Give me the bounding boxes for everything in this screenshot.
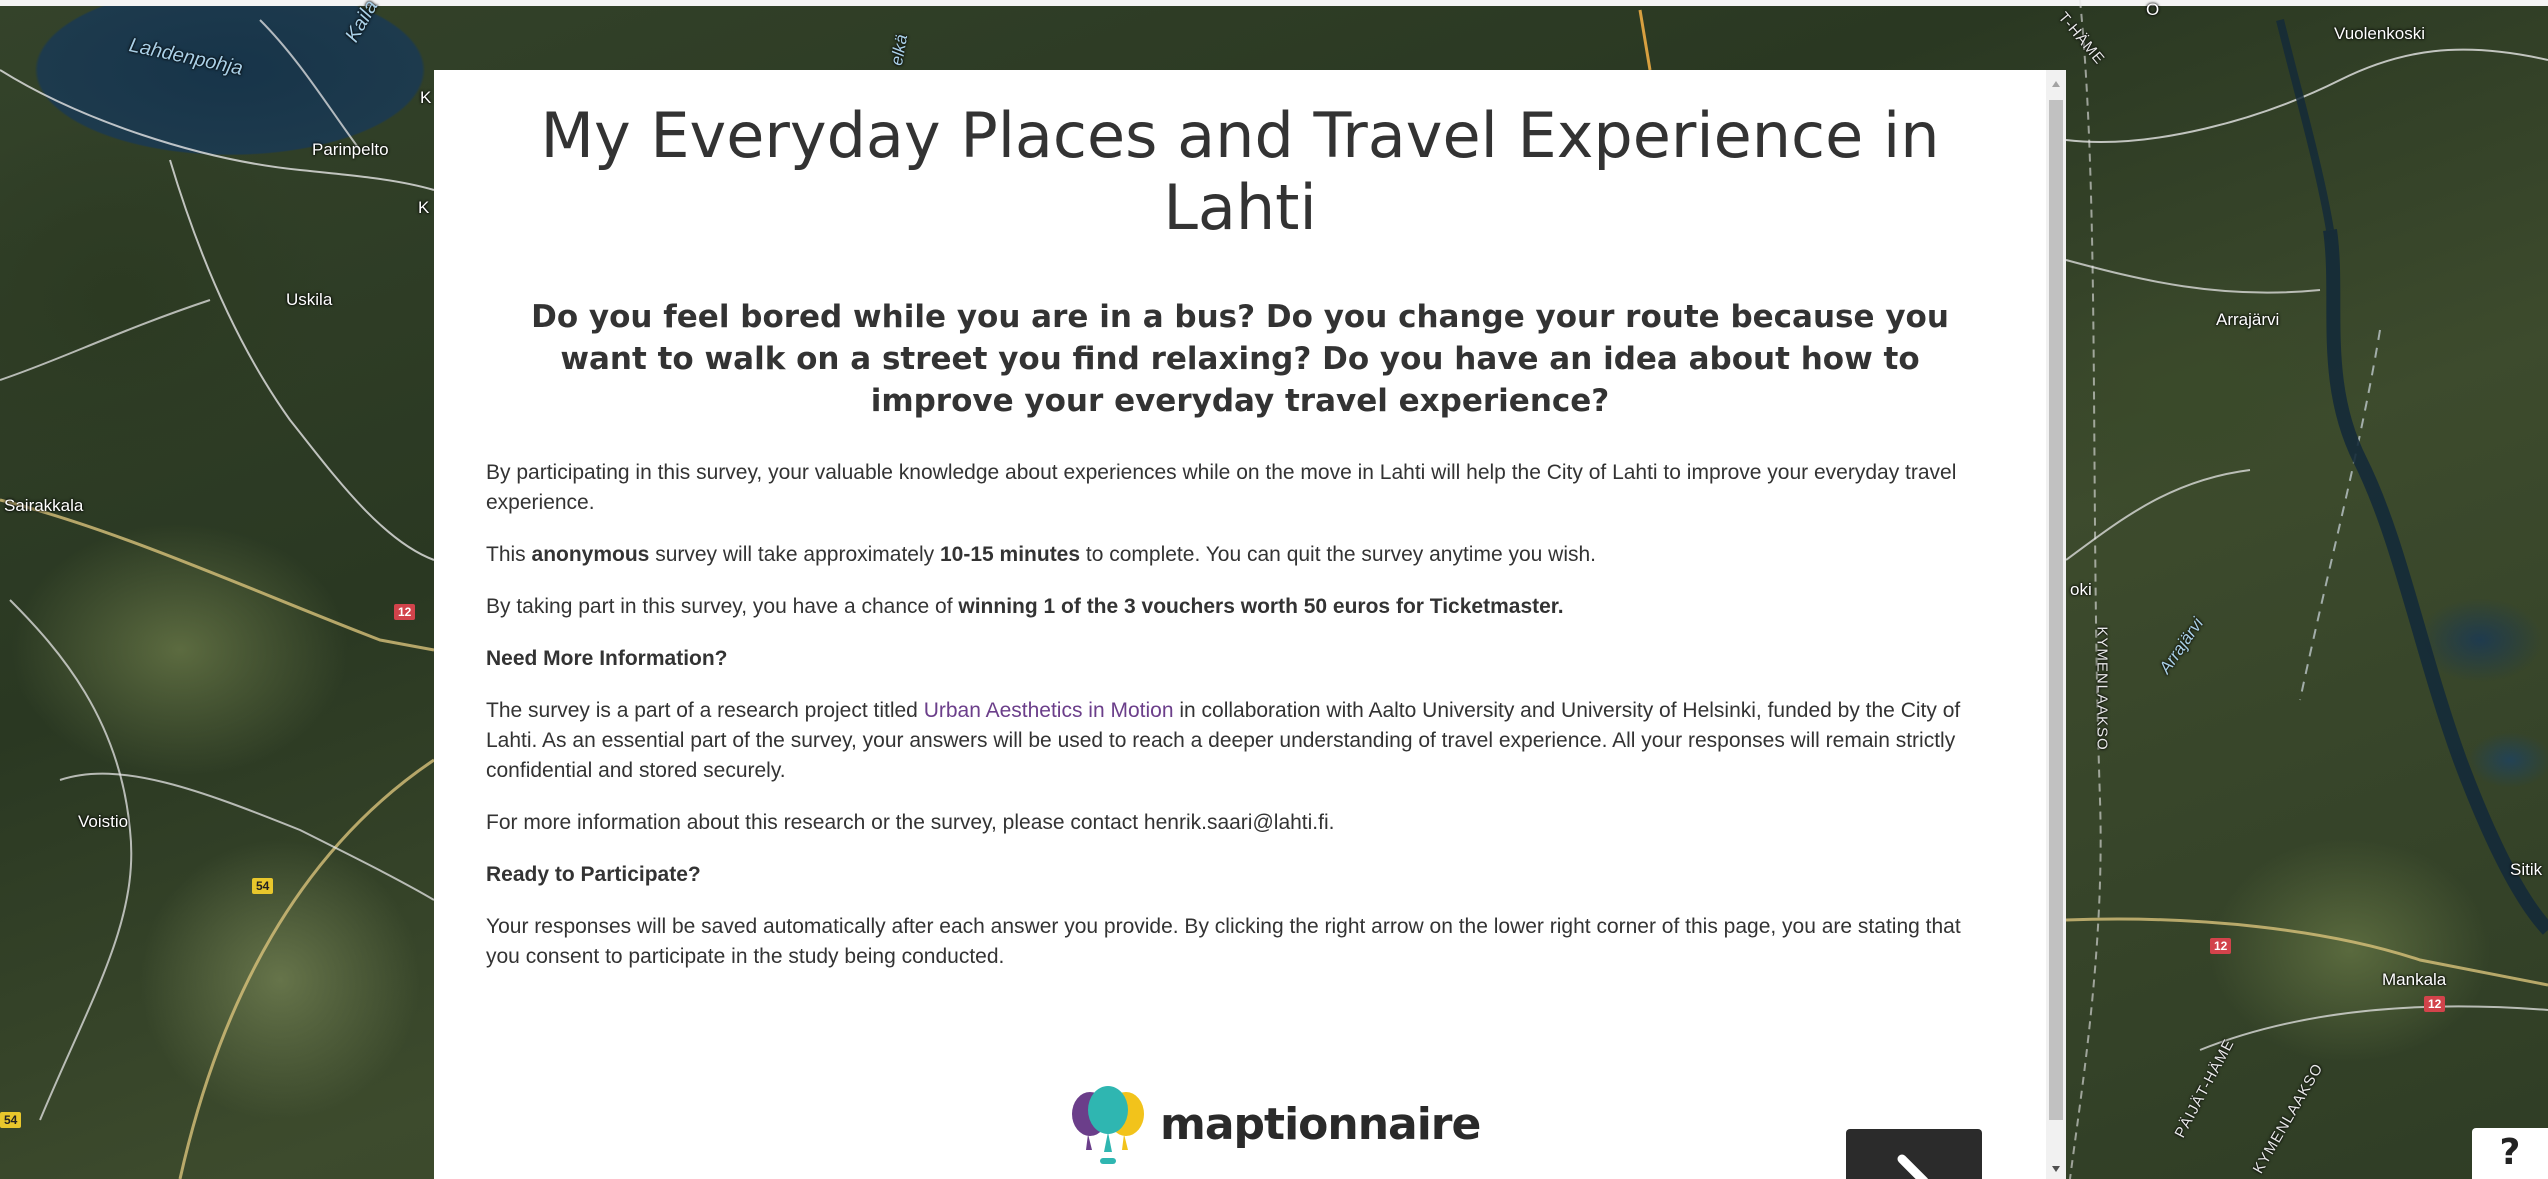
map-label-voistio: Voistio [78, 812, 129, 831]
anonymous-text: anonymous [531, 543, 650, 566]
consent-paragraph: Your responses will be saved automatical… [486, 915, 1961, 968]
page-title: My Everyday Places and Travel Experience… [540, 99, 1940, 244]
map-label-vuolenkoski: Vuolenkoski [2334, 24, 2426, 43]
duration-text-e: to complete. You can quit the survey any… [1080, 543, 1597, 566]
heading-more-info: Need More Information? [486, 644, 1994, 674]
project-link[interactable]: Urban Aesthetics in Motion [924, 699, 1174, 722]
research-paragraph: The survey is a part of a research proje… [486, 696, 1994, 786]
road-shield-12-far: 12 [2424, 996, 2446, 1012]
survey-content: My Everyday Places and Travel Experience… [434, 70, 2046, 1179]
duration-text-a: This [486, 543, 532, 566]
duration-text: 10-15 minutes [939, 543, 1081, 566]
help-button[interactable]: ? [2472, 1128, 2548, 1179]
road-shield-54: 54 [252, 878, 274, 894]
survey-footer: maptionnaire [434, 1040, 2046, 1179]
heading-ready-text: Ready to Participate? [486, 863, 701, 886]
map-label-oki: oki [2070, 580, 2092, 599]
intro-paragraph: By participating in this survey, your va… [486, 461, 1957, 514]
map-label-mankala: Mankala [2382, 970, 2447, 989]
maptionnaire-logo: maptionnaire [1060, 1074, 1481, 1174]
triangle-down-icon [2052, 1166, 2060, 1172]
balloons-icon [1072, 1086, 1144, 1164]
map-label-k2: K [418, 198, 430, 217]
map-label-arrajarvi: Arrajärvi [2216, 310, 2280, 329]
next-button[interactable] [1846, 1129, 1982, 1179]
map-label-k1: K [420, 88, 432, 107]
survey-panel: My Everyday Places and Travel Experience… [434, 70, 2066, 1179]
map-label-sitik: Sitik [2510, 860, 2543, 879]
heading-more-info-text: Need More Information? [486, 647, 728, 670]
voucher-text-a: By taking part in this survey, you have … [486, 595, 959, 618]
scrollbar[interactable] [2046, 70, 2066, 1179]
road-shield-12: 12 [394, 604, 416, 620]
heading-ready: Ready to Participate? [486, 860, 1994, 890]
duration-text-c: survey will take approximately [649, 543, 940, 566]
map-label-sairakkala: Sairakkala [4, 496, 84, 515]
triangle-up-icon [2052, 81, 2060, 87]
intro-question: Do you feel bored while you are in a bus… [531, 299, 1949, 419]
contact-paragraph: For more information about this research… [486, 811, 1335, 834]
voucher-text-b: winning 1 of the 3 vouchers worth 50 eur… [958, 595, 1564, 618]
chevron-right-icon [1897, 1154, 1929, 1179]
map-label-uskila: Uskila [286, 290, 333, 309]
scrollbar-thumb[interactable] [2049, 100, 2063, 1120]
voucher-paragraph: By taking part in this survey, you have … [486, 592, 1994, 622]
road-shield-12-right: 12 [2210, 938, 2232, 954]
duration-paragraph: This anonymous survey will take approxim… [486, 540, 1994, 570]
scroll-down-arrow[interactable] [2046, 1159, 2066, 1179]
scroll-up-arrow[interactable] [2046, 74, 2066, 94]
road-shield-54-edge: 54 [0, 1112, 22, 1128]
research-text-a: The survey is a part of a research proje… [486, 699, 924, 722]
map-label-o-top: O [2146, 0, 2160, 19]
map-label-parinpelto: Parinpelto [312, 140, 389, 159]
brand-name: maptionnaire [1160, 1098, 1481, 1150]
map-label-kymenlaakso: KYMENLAAKSO [2093, 626, 2111, 751]
